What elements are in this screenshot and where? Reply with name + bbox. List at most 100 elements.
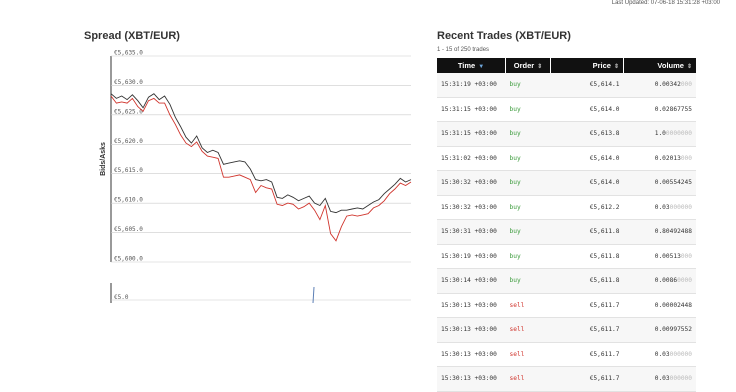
trade-order: sell (505, 317, 551, 343)
table-row: 15:30:13 +03:00 sell €5,611.7 0.00997552 (437, 317, 696, 343)
trade-time: 15:30:19 +03:00 (437, 244, 506, 269)
trade-order: buy (505, 268, 551, 294)
volume-value: 0.03 (654, 375, 670, 383)
volume-value: 0.00513 (654, 252, 681, 260)
trade-volume: 0.00513000 (623, 244, 696, 269)
trade-price: €5,613.8 (550, 121, 624, 147)
table-row: 15:31:02 +03:00 buy €5,614.0 0.02013000 (437, 146, 696, 171)
volume-padding: 000000 (669, 375, 692, 383)
trade-time: 15:31:15 +03:00 (437, 121, 506, 147)
y-tick-label: €5,625.0 (114, 108, 143, 115)
volume-padding: 0000000 (665, 130, 692, 138)
table-row: 15:30:13 +03:00 sell €5,611.7 0.00002448 (437, 293, 696, 318)
volume-padding: 000 (680, 81, 692, 89)
trade-price: €5,614.1 (550, 73, 624, 98)
volume-padding: 000 (680, 252, 692, 260)
sort-icon[interactable]: ⇕ (687, 64, 692, 70)
y-tick-label: €5,620.0 (114, 138, 143, 145)
trades-header-row: Time ▼ Order ⇕ Price ⇕ Volume ⇕ (437, 58, 696, 73)
trade-time: 15:31:19 +03:00 (437, 73, 506, 98)
volume-value: 0.00342 (654, 81, 681, 89)
y-tick-label: €5,610.0 (114, 197, 143, 204)
trade-order: buy (505, 146, 551, 171)
trade-volume: 0.03000000 (623, 195, 696, 220)
sort-desc-icon[interactable]: ▼ (478, 64, 484, 70)
trade-price: €5,614.0 (550, 97, 624, 122)
trade-order: buy (505, 97, 551, 122)
volume-spike-line (312, 286, 315, 303)
trade-volume: 0.02013000 (623, 146, 696, 171)
trades-title: Recent Trades (XBT/EUR) (437, 30, 571, 42)
volume-value: 0.00997552 (654, 326, 692, 334)
last-updated-text: Last Updated: 07-06-18 15:31:28 +03:00 (611, 0, 720, 6)
trade-price: €5,611.7 (550, 317, 624, 343)
trade-order: buy (505, 170, 551, 196)
trade-time: 15:30:13 +03:00 (437, 293, 506, 318)
volume-value: 0.03 (654, 203, 670, 211)
table-row: 15:31:19 +03:00 buy €5,614.1 0.00342000 (437, 73, 696, 98)
table-row: 15:30:14 +03:00 buy €5,611.8 0.00860000 (437, 268, 696, 294)
sort-icon[interactable]: ⇕ (614, 64, 619, 70)
trade-price: €5,611.7 (550, 293, 624, 318)
table-row: 15:31:15 +03:00 buy €5,613.8 1.00000000 (437, 121, 696, 147)
trade-order: sell (505, 293, 551, 318)
lower-y-tick-label: €5.0 (114, 294, 129, 301)
column-header-price[interactable]: Price ⇕ (550, 58, 624, 73)
trade-order: buy (505, 219, 551, 245)
trade-price: €5,611.8 (550, 244, 624, 269)
trade-price: €5,611.8 (550, 268, 624, 294)
volume-padding: 000000 (669, 203, 692, 211)
volume-value: 0.02867755 (654, 105, 692, 113)
trade-order: sell (505, 366, 551, 392)
trade-volume: 0.00860000 (623, 268, 696, 294)
volume-value: 0.03 (654, 350, 670, 358)
trade-order: buy (505, 121, 551, 147)
trade-time: 15:30:31 +03:00 (437, 219, 506, 245)
trade-order: buy (505, 73, 551, 98)
trade-volume: 0.00997552 (623, 317, 696, 343)
trade-time: 15:30:13 +03:00 (437, 366, 506, 392)
ask-series-line (110, 95, 412, 242)
volume-padding: 000000 (669, 350, 692, 358)
trade-price: €5,611.7 (550, 342, 624, 367)
trade-volume: 0.00342000 (623, 73, 696, 98)
trade-volume: 0.02867755 (623, 97, 696, 122)
y-tick-label: €5,605.0 (114, 226, 143, 233)
trade-order: buy (505, 244, 551, 269)
volume-padding: 0000 (677, 277, 692, 285)
trade-volume: 0.00554245 (623, 170, 696, 196)
trade-time: 15:30:13 +03:00 (437, 342, 506, 367)
y-tick-label: €5,615.0 (114, 167, 143, 174)
table-row: 15:31:15 +03:00 buy €5,614.0 0.02867755 (437, 97, 696, 122)
trades-table: Time ▼ Order ⇕ Price ⇕ Volume ⇕ 15:31:19 +03… (437, 58, 696, 392)
table-row: 15:30:19 +03:00 buy €5,611.8 0.00513000 (437, 244, 696, 269)
table-row: 15:30:32 +03:00 buy €5,612.2 0.03000000 (437, 195, 696, 220)
column-header-volume[interactable]: Volume ⇕ (623, 58, 696, 73)
trade-volume: 0.80492488 (623, 219, 696, 245)
spread-chart: €5,635.0 €5,630.0 €5,625.0 €5,620.0 €5,615.0… (100, 50, 412, 303)
trade-time: 15:30:14 +03:00 (437, 268, 506, 294)
y-tick-label: €5,600.0 (114, 256, 143, 263)
trade-price: €5,611.8 (550, 219, 624, 245)
trade-time: 15:31:15 +03:00 (437, 97, 506, 122)
trade-volume: 1.00000000 (623, 121, 696, 147)
table-row: 15:30:31 +03:00 buy €5,611.8 0.80492488 (437, 219, 696, 245)
sort-icon[interactable]: ⇕ (537, 64, 542, 70)
column-header-order[interactable]: Order ⇕ (505, 58, 551, 73)
y-tick-label: €5,635.0 (114, 50, 143, 57)
volume-value: 0.00554245 (654, 179, 692, 187)
trade-order: sell (505, 342, 551, 367)
y-axis-title: Bids/Asks (100, 142, 107, 176)
volume-padding: 000 (680, 154, 692, 162)
bid-series-line (110, 93, 412, 214)
trade-volume: 0.03000000 (623, 366, 696, 392)
volume-value: 0.80492488 (654, 228, 692, 236)
trade-time: 15:30:32 +03:00 (437, 195, 506, 220)
trades-count-text: 1 - 15 of 250 trades (437, 47, 490, 53)
trade-order: buy (505, 195, 551, 220)
trade-volume: 0.03000000 (623, 342, 696, 367)
column-header-time[interactable]: Time ▼ (437, 58, 506, 73)
volume-value: 0.0086 (654, 277, 678, 285)
trade-price: €5,614.0 (550, 146, 624, 171)
trade-price: €5,612.2 (550, 195, 624, 220)
